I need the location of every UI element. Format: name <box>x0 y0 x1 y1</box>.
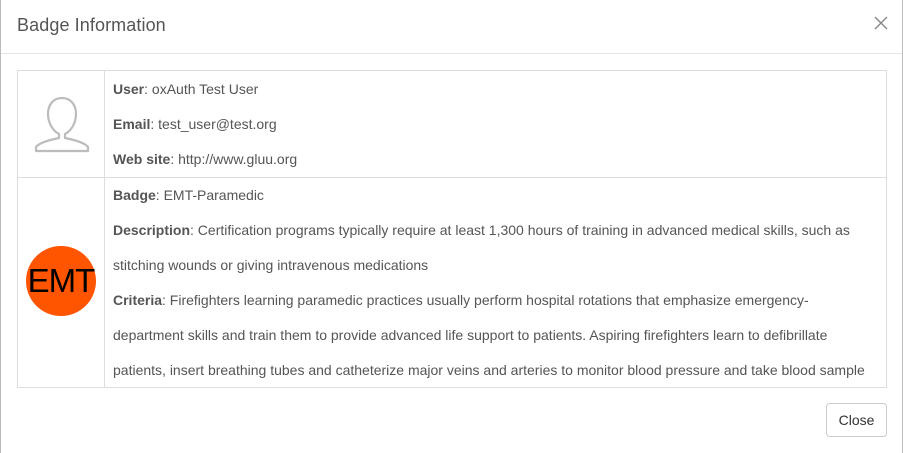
description-label: Description <box>113 222 191 238</box>
emt-badge-image: EMT <box>26 246 96 316</box>
description-value: : Certification programs typically requi… <box>190 222 850 238</box>
badge-line: Badge: EMT-Paramedic <box>113 187 264 203</box>
user-avatar-icon <box>34 96 90 153</box>
badge-info-row: EMT Badge: EMT-Paramedic Description: Ce… <box>18 177 886 387</box>
website-label: Web site <box>113 151 171 167</box>
dialog-header: Badge Information <box>1 0 902 54</box>
close-button[interactable]: Close <box>826 403 887 437</box>
email-label: Email <box>113 116 151 132</box>
criteria-label: Criteria <box>113 292 163 308</box>
email-value: : test_user@test.org <box>150 116 277 132</box>
criteria-line-3: patients, insert breathing tubes and cat… <box>113 362 865 378</box>
badge-info-table: User: oxAuth Test User Email: test_user@… <box>17 70 887 388</box>
emt-badge-text: EMT <box>27 262 96 299</box>
criteria-line-2: department skills and train them to prov… <box>113 327 828 343</box>
user-line: User: oxAuth Test User <box>113 81 258 97</box>
close-icon[interactable] <box>872 14 890 32</box>
user-value: : oxAuth Test User <box>144 81 259 97</box>
user-avatar-cell <box>18 71 105 177</box>
criteria-line: Criteria: Firefighters learning paramedi… <box>113 292 809 308</box>
badge-information-dialog: Badge Information User: oxAuth Test User… <box>0 0 903 453</box>
description-line: Description: Certification programs typi… <box>113 222 850 238</box>
badge-label: Badge <box>113 187 156 203</box>
website-line: Web site: http://www.gluu.org <box>113 151 297 167</box>
description-line-2: stitching wounds or giving intravenous m… <box>113 257 429 273</box>
badge-image-cell: EMT <box>18 177 105 387</box>
website-value: : http://www.gluu.org <box>170 151 298 167</box>
dialog-footer: Close <box>1 388 902 453</box>
dialog-title: Badge Information <box>17 15 166 35</box>
user-label: User <box>113 81 145 97</box>
criteria-value: : Firefighters learning paramedic practi… <box>162 292 809 308</box>
user-info-row: User: oxAuth Test User Email: test_user@… <box>18 71 886 178</box>
badge-value: : EMT-Paramedic <box>155 187 264 203</box>
email-line: Email: test_user@test.org <box>113 116 277 132</box>
